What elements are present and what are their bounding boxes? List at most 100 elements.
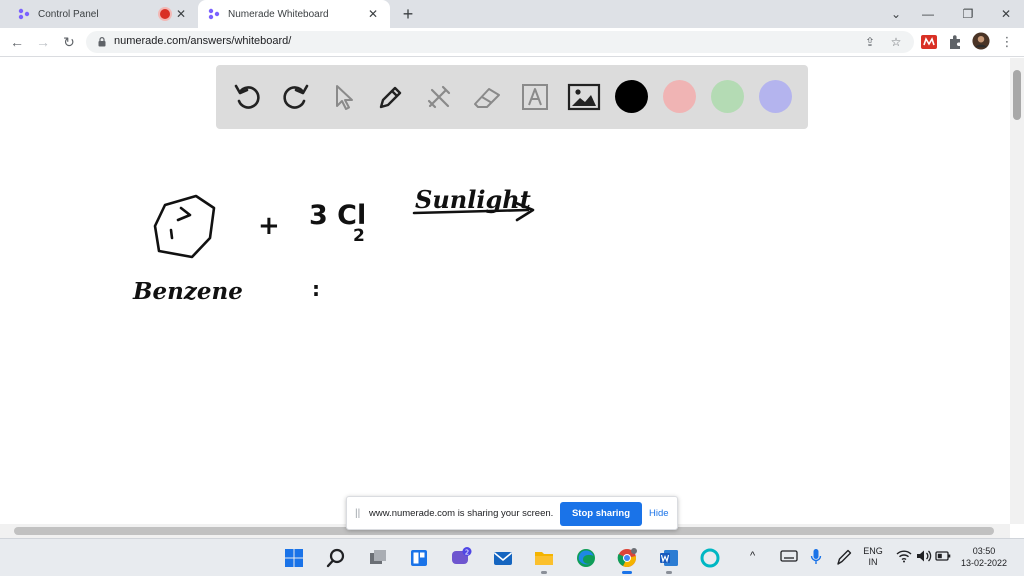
mail-button[interactable] [490,545,516,571]
edge-icon [577,549,595,567]
reagent-subscript: 2 [353,226,365,246]
puzzle-icon[interactable] [946,33,964,51]
color-black[interactable] [615,80,648,113]
active-indicator [622,571,632,574]
recording-icon [160,9,170,19]
screen-share-banner: || www.numerade.com is sharing your scre… [346,496,678,530]
battery-icon[interactable] [935,550,951,564]
widgets-icon [411,550,427,566]
colon-mark: : [312,277,320,301]
mail-icon [493,552,513,565]
keyboard-icon[interactable] [780,549,798,565]
share-icon[interactable]: ⇪ [862,34,878,50]
undo-icon [234,84,260,109]
folder-icon [535,552,553,565]
redo-icon [283,84,309,109]
chrome-button[interactable] [614,545,640,571]
whiteboard-page: + 3 Cl 2 Sunlight Benzene : [0,58,1010,524]
color-green[interactable] [711,80,744,113]
url-text: numerade.com/answers/whiteboard/ [114,35,292,47]
microphone-icon[interactable] [810,548,822,568]
tools-icon [427,85,451,109]
word-button[interactable] [656,545,682,571]
stop-sharing-button[interactable]: Stop sharing [560,502,642,526]
word-icon [660,550,678,566]
hide-button[interactable]: Hide [649,508,669,519]
pointer-icon [336,85,353,110]
tab-strip: Control Panel ✕ Numerade Whiteboard ✕ + … [0,0,1024,28]
taskbar: 2 ^ ENG IN 03:50 13-02-2022 [0,538,1024,576]
wifi-icon[interactable] [896,549,912,565]
menu-icon[interactable]: ⋮ [998,33,1016,51]
file-explorer-button[interactable] [531,545,557,571]
chevron-up-icon[interactable]: ^ [750,550,755,562]
tools-button[interactable] [421,79,457,115]
vertical-scroll-thumb[interactable] [1013,70,1021,120]
language-top: ENG [863,546,883,556]
clock-time: 03:50 [972,546,996,556]
color-purple[interactable] [759,80,792,113]
screen: Control Panel ✕ Numerade Whiteboard ✕ + … [0,0,1024,576]
bookmark-star-icon[interactable]: ☆ [888,34,904,50]
widgets-button[interactable] [406,545,432,571]
pen-tool[interactable] [373,79,409,115]
chat-icon: 2 [452,547,472,564]
drag-handle[interactable]: || [355,508,360,519]
cortana-icon [700,548,720,568]
chrome-icon [617,548,637,567]
benzene-ring-drawing [153,194,216,259]
chat-button[interactable]: 2 [448,545,474,571]
color-pink[interactable] [663,80,696,113]
condition-label: Sunlight [415,185,531,214]
new-tab-button[interactable]: + [398,4,418,24]
text-icon [522,84,548,110]
close-icon[interactable]: ✕ [366,7,380,21]
extension-icon[interactable] [920,33,938,51]
compound-name: Benzene [132,278,243,305]
tab-search-icon[interactable]: ⌄ [886,4,906,24]
running-indicator [666,571,672,574]
numerade-logo-icon [208,8,220,20]
minimize-icon[interactable]: — [918,4,938,24]
task-view-button[interactable] [365,545,391,571]
browser-toolbar: ← → ↻ numerade.com/answers/whiteboard/ ⇪… [0,28,1024,57]
close-icon[interactable]: ✕ [174,7,188,21]
chat-badge: 2 [465,549,469,557]
search-icon [326,548,345,568]
address-bar[interactable]: numerade.com/answers/whiteboard/ ⇪ ☆ [86,31,914,53]
numerade-logo-icon [18,8,30,20]
close-window-icon[interactable]: ✕ [996,4,1016,24]
pointer-tool[interactable] [325,79,361,115]
back-icon[interactable]: ← [8,33,26,51]
language-bottom: IN [868,557,878,567]
cortana-button[interactable] [697,545,723,571]
task-view-icon [370,550,386,564]
running-indicator [541,571,547,574]
image-icon [567,83,601,111]
tab-numerade-whiteboard[interactable]: Numerade Whiteboard ✕ [198,0,390,28]
whiteboard-toolbar [216,65,808,129]
volume-icon[interactable] [916,549,932,565]
redo-button[interactable] [277,79,313,115]
clock-date: 13-02-2022 [960,558,1008,568]
restore-icon[interactable]: ❐ [958,4,978,24]
lock-icon [98,37,106,47]
language-indicator[interactable]: ENG IN [860,546,886,568]
windows-logo-icon [285,549,303,567]
edge-button[interactable] [573,545,599,571]
share-message: www.numerade.com is sharing your screen. [369,508,554,519]
pen-menu-icon[interactable] [836,548,852,568]
image-tool[interactable] [566,79,602,115]
eraser-tool[interactable] [469,79,505,115]
start-button[interactable] [281,545,307,571]
tab-control-panel[interactable]: Control Panel ✕ [8,0,198,28]
eraser-icon [474,88,500,108]
reload-icon[interactable]: ↻ [60,33,78,51]
forward-icon[interactable]: → [34,33,52,51]
search-button[interactable] [323,545,349,571]
clock[interactable]: 03:50 13-02-2022 [954,545,1014,569]
avatar[interactable] [972,32,990,50]
text-tool[interactable] [517,79,553,115]
vertical-scrollbar[interactable] [1010,58,1024,524]
undo-button[interactable] [230,79,266,115]
